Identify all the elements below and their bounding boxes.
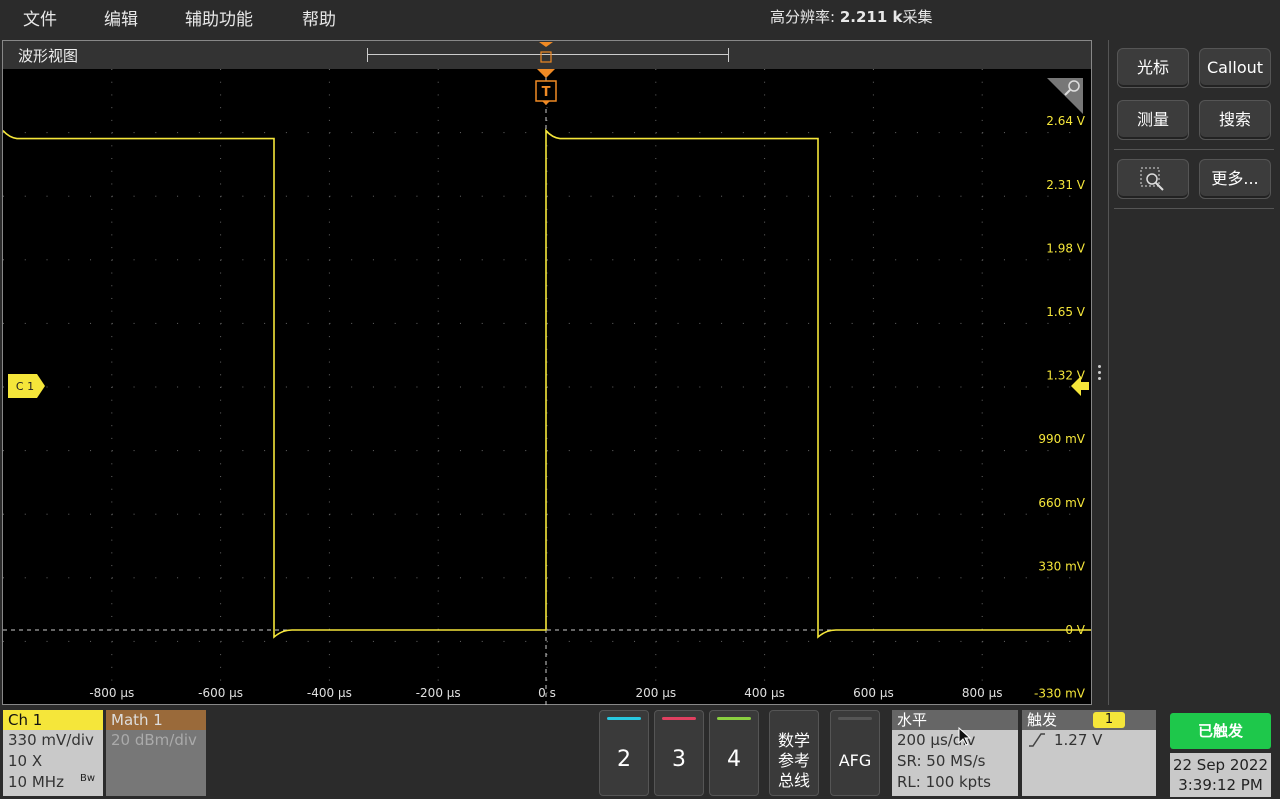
x-axis-label: -200 µs (416, 686, 461, 700)
y-axis-label: 660 mV (1038, 496, 1085, 510)
sample-rate: SR: 50 MS/s (897, 752, 986, 770)
waveform-plot[interactable]: T C 1 2.64 V 2.31 V 1.98 V 1.65 V 1.32 V 990 … (3, 69, 1091, 705)
x-axis-label: 200 µs (635, 686, 676, 700)
zoom-corner[interactable] (1047, 78, 1083, 114)
trigger-status-button[interactable]: 已触发 (1170, 713, 1271, 749)
channel-2-button[interactable]: 2 (599, 710, 649, 796)
x-axis-label: -600 µs (198, 686, 243, 700)
graticule (3, 69, 1071, 694)
ch1-offset-marker[interactable]: C 1 (8, 374, 45, 398)
ch1-label: Ch 1 (3, 710, 103, 730)
trigger-marker-label: T (542, 85, 551, 100)
waveform-view[interactable]: 波形视图 T C 1 2.64 V 2.31 V 1.98 V 1.65 V 1… (2, 40, 1092, 705)
record-length: RL: 100 kpts (897, 773, 991, 791)
trigger-marker[interactable]: T (535, 69, 557, 105)
x-axis-label: -400 µs (307, 686, 352, 700)
measure-button[interactable]: 测量 (1117, 100, 1189, 140)
horizontal-badge[interactable]: 水平 200 µs/div SR: 50 MS/s RL: 100 kpts (892, 710, 1018, 796)
more-button[interactable]: 更多... (1199, 159, 1271, 199)
ref-label: 参考 (777, 751, 810, 770)
x-axis-label: 0 s (538, 686, 556, 700)
horizontal-scale: 200 µs/div (897, 731, 976, 749)
mouse-pointer-icon (958, 727, 972, 746)
trigger-badge[interactable]: 触发 1 1.27 V (1022, 710, 1156, 796)
trigger-arrow-icon (537, 69, 555, 78)
results-side-panel: 光标 Callout 测量 搜索 更多... (1108, 40, 1280, 705)
ch1-marker-label: C 1 (16, 380, 34, 393)
x-axis-labels: -800 µs -600 µs -400 µs -200 µs 0 s 200 µs 400… (89, 686, 1002, 700)
search-button[interactable]: 搜索 (1199, 100, 1271, 140)
ch2-color-stripe (607, 717, 641, 720)
menu-accessibility[interactable]: 辅助功能 (185, 5, 253, 30)
x-axis-label: 800 µs (962, 686, 1003, 700)
bus-label: 总线 (777, 771, 810, 790)
menu-bar: 文件 编辑 辅助功能 帮助 高分辨率: 2.211 k采集 (0, 0, 1280, 32)
menu-edit[interactable]: 编辑 (104, 5, 138, 30)
zoom-box-icon (1140, 167, 1164, 191)
afg-label: AFG (838, 751, 872, 770)
y-axis-label: 2.64 V (1046, 114, 1086, 128)
waveform-title: 波形视图 (18, 47, 79, 65)
ch3-label: 3 (672, 747, 686, 772)
trigger-source: 1 (1093, 712, 1125, 728)
trigger-header: 触发 1 (1022, 710, 1156, 730)
menu-file[interactable]: 文件 (23, 5, 57, 30)
y-axis-label: 0 V (1065, 623, 1085, 637)
horizontal-label: 水平 (892, 710, 1018, 730)
y-axis-label: 1.65 V (1046, 305, 1086, 319)
date: 22 Sep 2022 (1172, 756, 1269, 774)
y-axis-label: -330 mV (1034, 687, 1086, 701)
channel-3-button[interactable]: 3 (654, 710, 704, 796)
y-axis-label: 1.32 V (1046, 369, 1086, 383)
ch2-label: 2 (617, 747, 631, 772)
afg-stripe (838, 717, 872, 720)
ch4-label: 4 (727, 747, 741, 772)
acq-suffix: 采集 (902, 8, 933, 26)
ch3-color-stripe (662, 717, 696, 720)
side-divider (1114, 149, 1274, 150)
waveform-title-bar: 波形视图 (3, 41, 1091, 69)
math-label: 数学 (777, 731, 810, 750)
y-axis-labels: 2.64 V 2.31 V 1.98 V 1.65 V 1.32 V 990 mV 660 … (1034, 114, 1086, 700)
math-ref-bus-button[interactable]: 数学 参考 总线 (769, 710, 819, 796)
ch1-trace (3, 128, 1091, 639)
plot-area[interactable]: T C 1 2.64 V 2.31 V 1.98 V 1.65 V 1.32 V 990 … (3, 69, 1091, 705)
x-axis-label: -800 µs (89, 686, 134, 700)
ch4-color-stripe (717, 717, 751, 720)
y-axis-label: 1.98 V (1046, 241, 1086, 255)
ch1-scale: 330 mV/div (8, 731, 94, 749)
trigger-label: 触发 (1027, 711, 1058, 729)
math1-badge[interactable]: Math 1 20 dBm/div (106, 710, 206, 796)
trigger-position-icon[interactable] (536, 41, 556, 69)
ch1-badge[interactable]: Ch 1 330 mV/div 10 X 10 MHz Bw (3, 710, 103, 796)
time: 3:39:12 PM (1178, 776, 1263, 794)
y-axis-label: 330 mV (1038, 559, 1085, 573)
y-axis-label: 2.31 V (1046, 178, 1086, 192)
channel-4-button[interactable]: 4 (709, 710, 759, 796)
cursor-button[interactable]: 光标 (1117, 48, 1189, 88)
x-axis-label: 600 µs (853, 686, 894, 700)
settings-bar: Ch 1 330 mV/div 10 X 10 MHz Bw Math 1 20… (0, 707, 1280, 799)
ch1-bw-value: 10 MHz (8, 773, 64, 791)
trigger-level-row: 1.27 V (1022, 730, 1156, 751)
math1-scale: 20 dBm/div (111, 731, 197, 749)
math1-label: Math 1 (106, 710, 206, 730)
y-axis-label: 990 mV (1038, 432, 1085, 446)
trigger-level: 1.27 V (1054, 731, 1103, 749)
rising-edge-icon (1029, 733, 1045, 747)
acq-label: 高分辨率: (770, 8, 840, 26)
afg-button[interactable]: AFG (830, 710, 880, 796)
callout-button[interactable]: Callout (1199, 48, 1271, 88)
zoom-button[interactable] (1117, 159, 1189, 199)
acq-value: 2.211 k (839, 8, 903, 26)
menu-help[interactable]: 帮助 (302, 5, 336, 30)
acquisition-mode[interactable]: 高分辨率: 2.211 k采集 (770, 6, 933, 27)
panel-resize-handle[interactable] (1098, 365, 1102, 381)
x-axis-label: 400 µs (744, 686, 785, 700)
bw-limit-icon: Bw (80, 773, 96, 784)
side-divider (1114, 208, 1274, 209)
date-time: 22 Sep 2022 3:39:12 PM (1170, 753, 1271, 797)
ch1-bandwidth: 10 MHz Bw (3, 772, 103, 793)
